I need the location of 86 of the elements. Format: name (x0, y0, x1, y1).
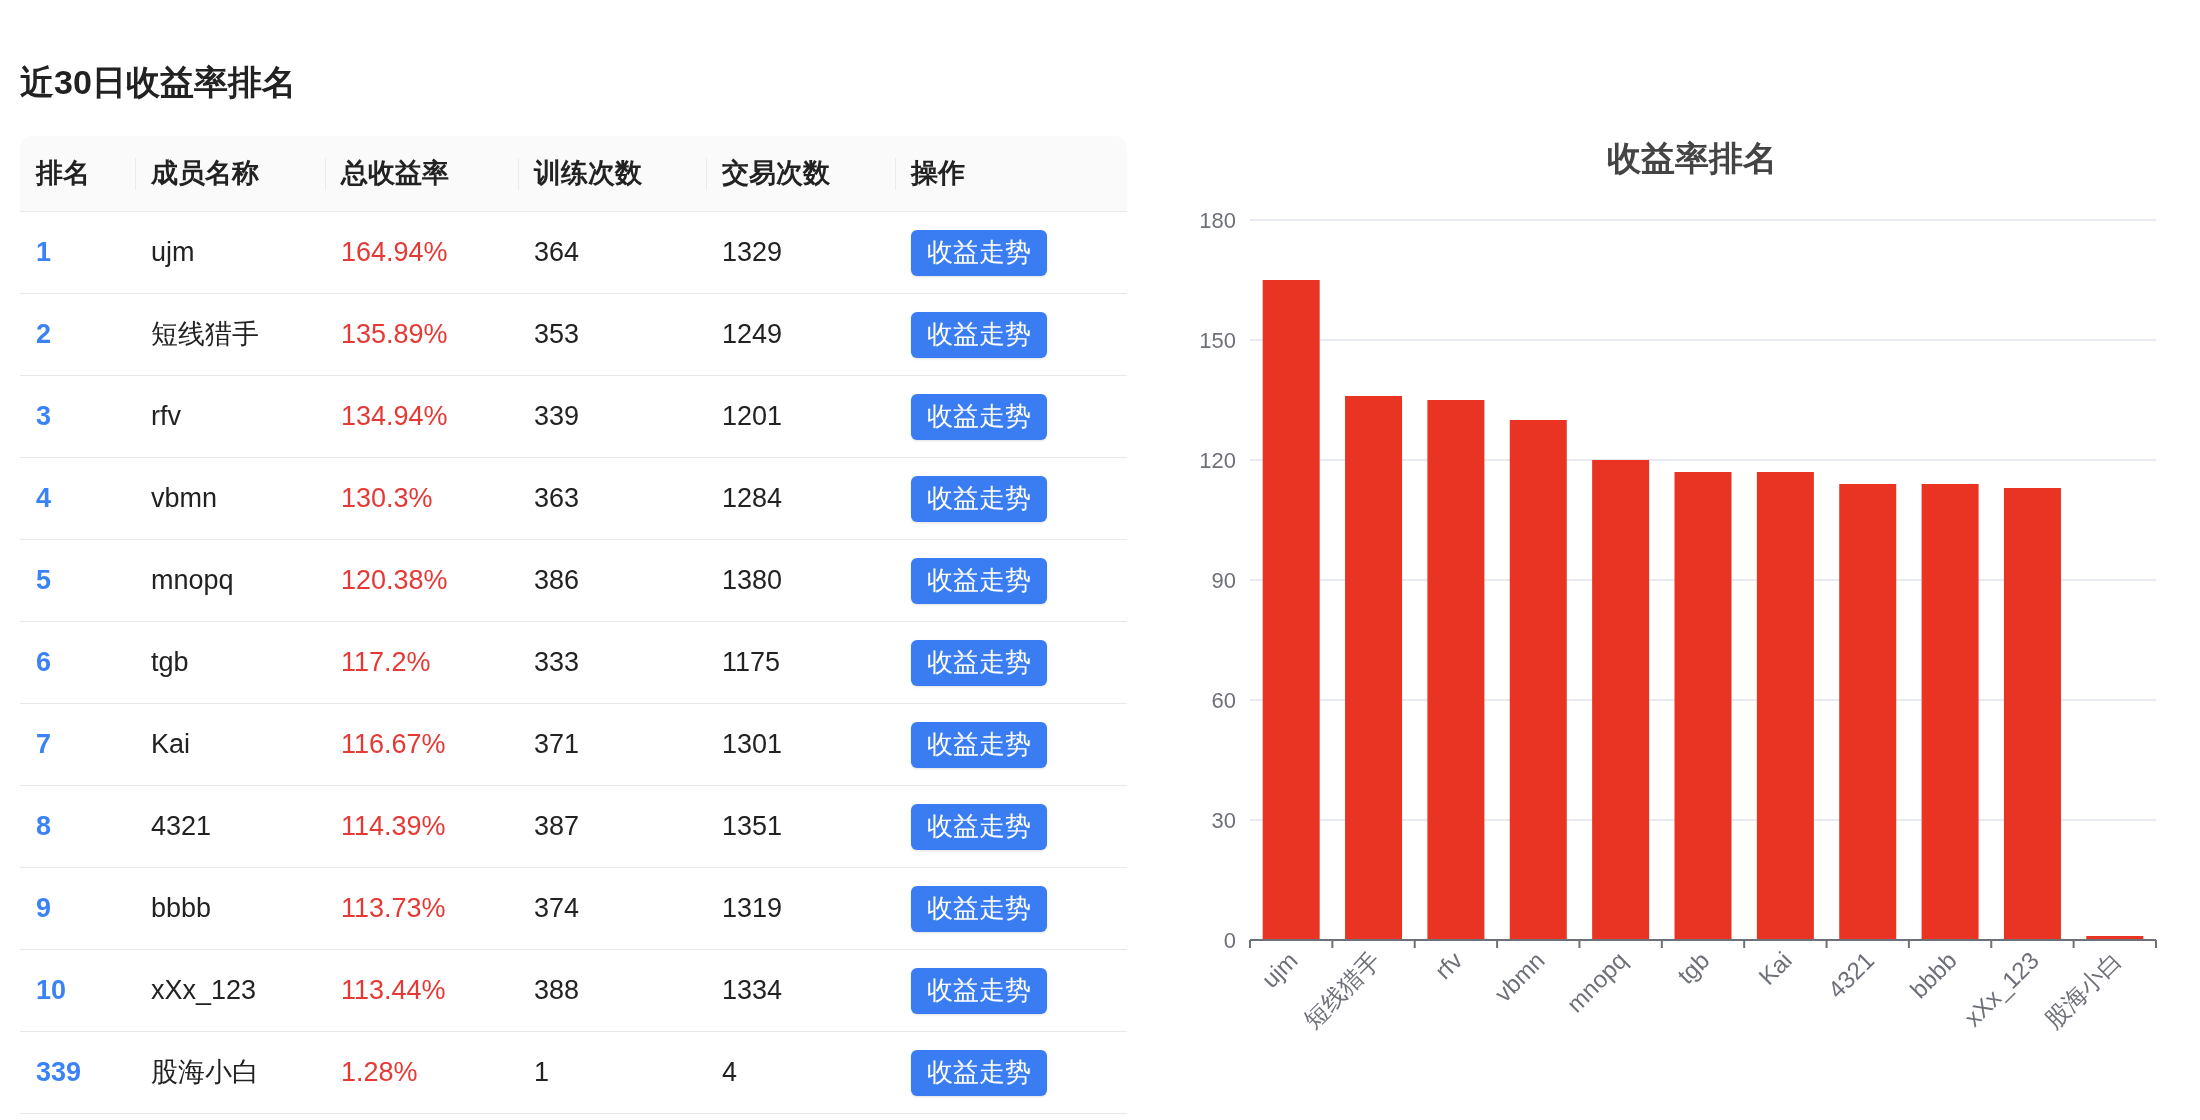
column-header: 操作 (909, 157, 965, 191)
trend-button[interactable]: 收益走势 (911, 557, 1047, 604)
y-axis-label: 60 (1211, 688, 1236, 713)
return-cell: 117.2% (341, 647, 431, 678)
trend-button[interactable]: 收益走势 (911, 393, 1047, 440)
name-cell: tgb (151, 647, 189, 678)
training-count-cell: 333 (534, 647, 580, 678)
trade-count-cell: 1380 (722, 565, 783, 596)
return-cell: 113.73% (341, 893, 446, 924)
name-cell: rfv (151, 401, 181, 432)
trend-button[interactable]: 收益走势 (911, 639, 1047, 686)
trade-count-cell: 1319 (722, 893, 783, 924)
training-count-cell: 339 (534, 401, 580, 432)
name-cell: bbbb (151, 893, 212, 924)
name-cell: vbmn (151, 483, 218, 514)
y-axis-label: 0 (1223, 928, 1236, 953)
trade-count-cell: 1329 (722, 237, 783, 268)
training-count-cell: 374 (534, 893, 580, 924)
rank-cell: 5 (36, 565, 52, 596)
rank-cell: 339 (36, 1057, 82, 1088)
y-axis-label: 120 (1199, 448, 1236, 473)
return-cell: 116.67% (341, 729, 446, 760)
return-cell: 1.28% (341, 1057, 418, 1088)
return-cell: 130.3% (341, 483, 433, 514)
trade-count-cell: 1284 (722, 483, 783, 514)
trend-button[interactable]: 收益走势 (911, 967, 1047, 1014)
training-count-cell: 1 (534, 1057, 550, 1088)
training-count-cell: 364 (534, 237, 580, 268)
name-cell: xXx_123 (151, 975, 257, 1006)
name-cell: 短线猎手 (151, 319, 259, 350)
name-cell: ujm (151, 237, 195, 268)
y-axis-label: 150 (1199, 328, 1236, 353)
x-axis-label: rfv (1429, 946, 1468, 985)
rank-cell: 3 (36, 401, 52, 432)
name-cell: Kai (151, 729, 191, 760)
trend-button[interactable]: 收益走势 (911, 311, 1047, 358)
column-header: 总收益率 (339, 157, 449, 191)
x-axis-label: tgb (1671, 946, 1715, 990)
return-cell: 120.38% (341, 565, 448, 596)
name-cell: 股海小白 (151, 1057, 259, 1088)
rank-cell: 10 (36, 975, 67, 1006)
chart-title: 收益率排名 (1607, 139, 1777, 177)
rank-cell: 1 (36, 237, 52, 268)
return-cell: 113.44% (341, 975, 446, 1006)
training-count-cell: 387 (534, 811, 580, 842)
trade-count-cell: 1351 (722, 811, 783, 842)
rank-cell: 7 (36, 729, 52, 760)
y-axis-label: 180 (1199, 208, 1236, 233)
return-cell: 114.39% (341, 811, 446, 842)
rank-cell: 8 (36, 811, 52, 842)
trend-button[interactable]: 收益走势 (911, 803, 1047, 850)
trend-button[interactable]: 收益走势 (911, 721, 1047, 768)
rank-cell: 9 (36, 893, 52, 924)
x-axis-label: 股海小白 (2039, 946, 2127, 1034)
rank-cell: 2 (36, 319, 52, 350)
training-count-cell: 353 (534, 319, 580, 350)
trend-button[interactable]: 收益走势 (911, 475, 1047, 522)
trade-count-cell: 1175 (722, 647, 781, 678)
bar (2086, 936, 2144, 940)
column-header: 成员名称 (150, 157, 259, 191)
rank-cell: 4 (36, 483, 52, 514)
training-count-cell: 363 (534, 483, 580, 514)
trend-button[interactable]: 收益走势 (911, 1049, 1047, 1096)
y-axis-label: 30 (1211, 808, 1236, 833)
trade-count-cell: 1201 (722, 401, 783, 432)
rank-cell: 6 (36, 647, 52, 678)
training-count-cell: 371 (534, 729, 580, 760)
x-axis-label: Kai (1753, 946, 1797, 991)
training-count-cell: 388 (534, 975, 580, 1006)
trade-count-cell: 4 (722, 1057, 738, 1088)
return-cell: 134.94% (341, 401, 448, 432)
trade-count-cell: 1301 (722, 729, 783, 760)
return-cell: 135.89% (341, 319, 448, 350)
training-count-cell: 386 (534, 565, 580, 596)
trend-button[interactable]: 收益走势 (911, 229, 1047, 276)
name-cell: mnopq (151, 565, 234, 596)
trade-count-cell: 1334 (722, 975, 783, 1006)
name-cell: 4321 (151, 811, 212, 842)
trend-button[interactable]: 收益走势 (911, 885, 1047, 932)
column-header: 训练次数 (532, 157, 642, 191)
y-axis-label: 90 (1211, 568, 1236, 593)
page-title: 近30日收益率排名 (20, 62, 296, 103)
column-header: 排名 (34, 157, 90, 191)
return-cell: 164.94% (341, 237, 448, 268)
trade-count-cell: 1249 (722, 319, 783, 350)
column-header: 交易次数 (721, 157, 830, 191)
